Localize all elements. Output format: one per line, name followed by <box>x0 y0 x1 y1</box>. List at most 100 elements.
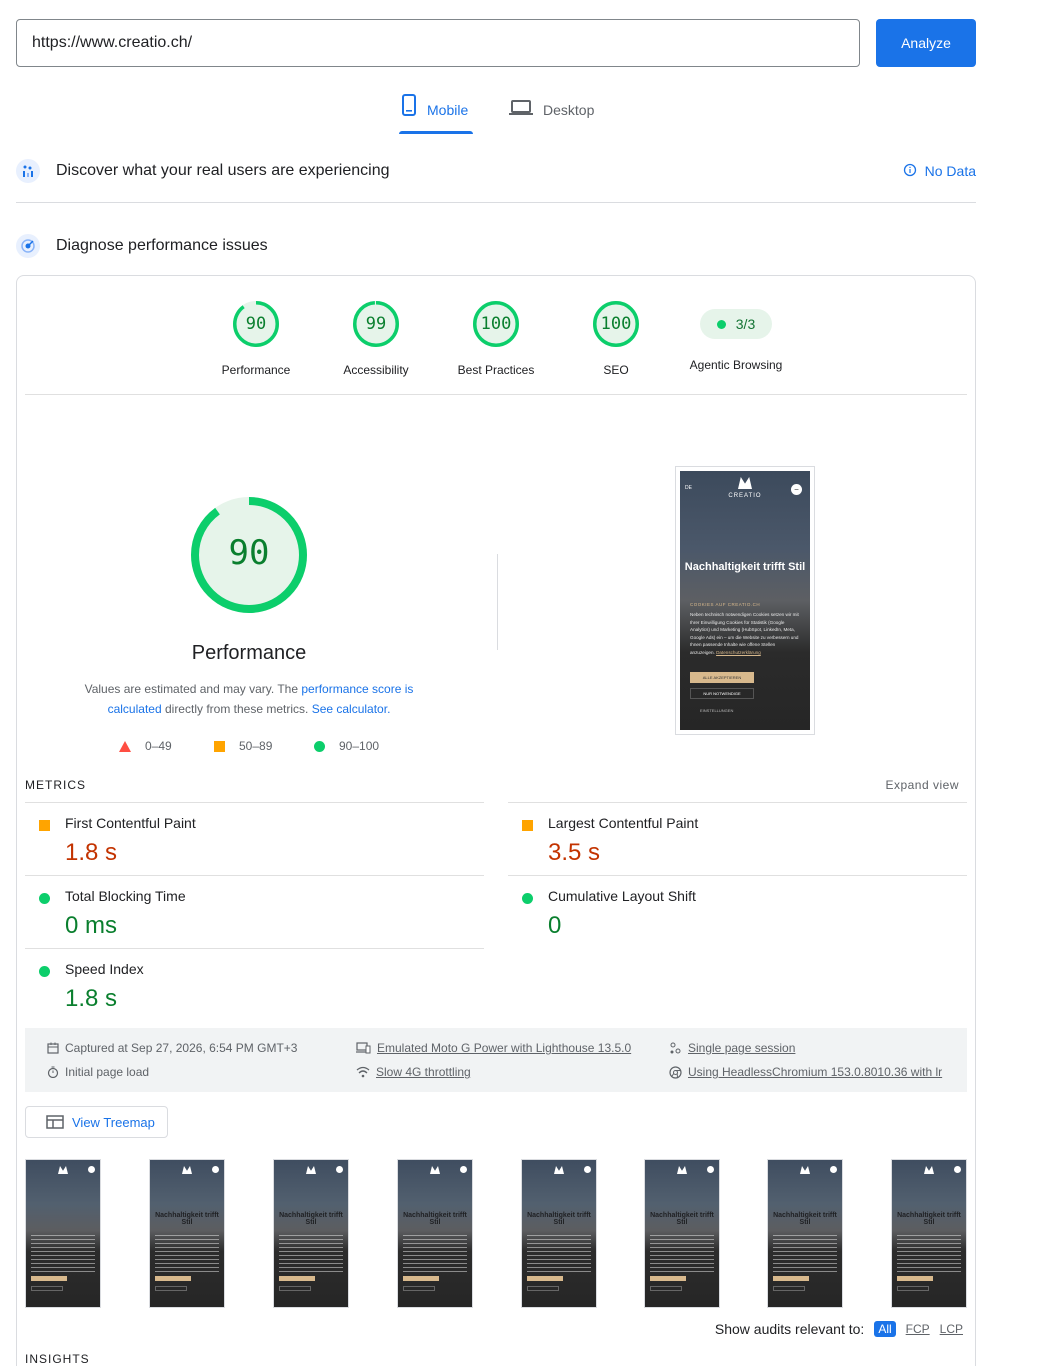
wifi-icon <box>356 1066 370 1078</box>
gauge-best-practices[interactable]: 100 Best Practices <box>436 300 556 377</box>
close-icon <box>707 1166 714 1173</box>
metric-tbt: Total Blocking Time 0 ms <box>25 875 484 948</box>
network-throttling[interactable]: Slow 4G throttling <box>356 1065 471 1079</box>
gauge-accessibility[interactable]: 99 Accessibility <box>316 300 436 377</box>
frame-heading: Nachhaltigkeit trifft Stil <box>155 1212 219 1226</box>
device-text: Emulated Moto G Power with Lighthouse 13… <box>377 1041 632 1055</box>
frame-text-lines <box>31 1235 95 1275</box>
frame-accept-button <box>773 1276 809 1281</box>
creatio-logo-icon <box>738 477 752 489</box>
see-calculator-link[interactable]: See calculator. <box>312 702 391 716</box>
no-data-link[interactable]: No Data <box>903 163 976 180</box>
creatio-logo-icon <box>677 1166 687 1174</box>
vertical-divider <box>497 554 498 650</box>
tab-label: Mobile <box>427 102 469 118</box>
filter-all[interactable]: All <box>874 1321 896 1337</box>
frame-necessary-button <box>279 1286 311 1291</box>
close-icon <box>830 1166 837 1173</box>
necessary-only-button: NUR NOTWENDIGE <box>690 688 754 699</box>
final-screenshot[interactable]: DE CREATIO − Nachhaltigkeit trifft Stil … <box>675 466 815 735</box>
gauge-score: 99 <box>365 314 387 334</box>
desc-text: Values are estimated and may vary. The <box>84 682 302 696</box>
frame-heading: Nachhaltigkeit trifft Stil <box>279 1212 343 1226</box>
pass-circle-icon <box>39 966 50 977</box>
filmstrip-frame: Nachhaltigkeit trifft Stil <box>149 1159 225 1308</box>
pass-circle-icon <box>39 893 50 904</box>
field-data-header: Discover what your real users are experi… <box>16 159 976 183</box>
browser-text: Using HeadlessChromium 153.0.8010.36 wit… <box>688 1065 943 1079</box>
frame-text-lines <box>279 1235 343 1275</box>
metric-name: Total Blocking Time <box>65 888 186 904</box>
info-icon <box>903 163 917 180</box>
gauge-score: 100 <box>480 314 512 334</box>
metric-lcp: Largest Contentful Paint 3.5 s <box>508 802 967 875</box>
session-icon <box>670 1042 681 1053</box>
filmstrip-frame: Nachhaltigkeit trifft Stil <box>273 1159 349 1308</box>
filmstrip-frame <box>25 1159 101 1308</box>
frame-heading: Nachhaltigkeit trifft Stil <box>403 1212 467 1226</box>
creatio-logo-icon <box>800 1166 810 1174</box>
performance-score: 90 <box>228 533 270 573</box>
treemap-label: View Treemap <box>72 1114 155 1130</box>
throttling-text: Slow 4G throttling <box>376 1065 471 1079</box>
filter-lcp[interactable]: LCP <box>940 1322 963 1336</box>
card-divider <box>25 394 967 395</box>
view-treemap-button[interactable]: View Treemap <box>25 1106 168 1138</box>
filter-fcp[interactable]: FCP <box>906 1322 930 1336</box>
gauge-seo[interactable]: 100 SEO <box>556 300 676 377</box>
performance-description: Values are estimated and may vary. The p… <box>65 679 433 719</box>
page-load-text: Initial page load <box>65 1065 150 1079</box>
analyze-button[interactable]: Analyze <box>876 19 976 67</box>
no-data-label: No Data <box>924 163 976 179</box>
cookie-text: Neben technisch notwendigen Cookies setz… <box>690 611 800 656</box>
pass-circle-icon <box>522 893 533 904</box>
filmstrip-frame: Nachhaltigkeit trifft Stil <box>397 1159 473 1308</box>
agentic-score: 3/3 <box>735 316 756 332</box>
expand-view-toggle[interactable]: Expand view <box>885 778 959 792</box>
pass-dot <box>716 319 726 329</box>
creatio-logo-icon <box>182 1166 192 1174</box>
agentic-pill: 3/3 <box>700 309 772 339</box>
tab-desktop[interactable]: Desktop <box>507 94 597 134</box>
tab-mobile[interactable]: Mobile <box>399 94 473 134</box>
session-type[interactable]: Single page session <box>669 1041 795 1055</box>
tab-label: Desktop <box>543 102 595 118</box>
square-icon <box>214 740 225 752</box>
gauge-performance[interactable]: 90 Performance <box>196 300 316 377</box>
frame-text-lines <box>403 1235 467 1275</box>
gauge-label: Accessibility <box>343 363 409 377</box>
page-load-type: Initial page load <box>47 1065 149 1079</box>
frame-text-lines <box>773 1235 837 1275</box>
insights-section-label: INSIGHTS <box>25 1352 90 1366</box>
gauge-label: Performance <box>221 363 291 377</box>
gauge-label: SEO <box>603 363 629 377</box>
close-icon: − <box>791 484 802 495</box>
diagnose-icon <box>16 234 40 258</box>
legend-label: 50–89 <box>239 739 273 753</box>
close-icon <box>336 1166 343 1173</box>
users-chart-icon <box>16 159 40 183</box>
browser-version[interactable]: Using HeadlessChromium 153.0.8010.36 wit… <box>669 1065 942 1079</box>
creatio-logo-icon <box>924 1166 934 1174</box>
metric-value: 1.8 s <box>65 839 118 866</box>
metric-value: 0 <box>548 912 562 939</box>
metric-value: 0 ms <box>65 912 118 939</box>
close-icon <box>88 1166 95 1173</box>
frame-accept-button <box>155 1276 191 1281</box>
creatio-logo-icon <box>554 1166 564 1174</box>
laptop-icon <box>509 100 533 119</box>
url-input[interactable] <box>16 19 860 67</box>
gauge-agentic-browsing[interactable]: 3/3 Agentic Browsing <box>676 300 796 372</box>
filmstrip-frame: Nachhaltigkeit trifft Stil <box>521 1159 597 1308</box>
lighthouse-report-card: 90 Performance 99 Accessibility 100 Best… <box>16 275 976 1366</box>
frame-heading: Nachhaltigkeit trifft Stil <box>527 1212 591 1226</box>
frame-accept-button <box>31 1276 67 1281</box>
settings-link: EINSTELLUNGEN <box>700 708 734 713</box>
emulated-device[interactable]: Emulated Moto G Power with Lighthouse 13… <box>356 1041 631 1055</box>
devices-icon <box>356 1042 371 1054</box>
metric-value: 1.8 s <box>65 985 118 1012</box>
frame-accept-button <box>897 1276 933 1281</box>
legend-label: 0–49 <box>145 739 172 753</box>
frame-necessary-button <box>155 1286 187 1291</box>
performance-title: Performance <box>191 642 307 664</box>
